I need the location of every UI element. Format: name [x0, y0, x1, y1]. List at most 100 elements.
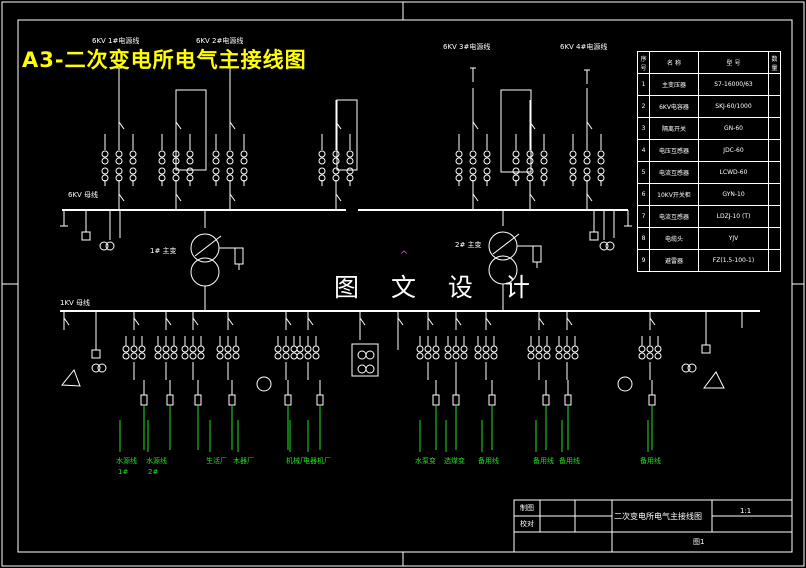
- bom-cell: JDC-60: [698, 139, 769, 162]
- current-transformer-icon: [129, 167, 137, 175]
- transformer-2-label: 2# 主变: [455, 241, 482, 249]
- current-transformer-icon: [332, 167, 340, 175]
- transformer-1-tap-arrow: [194, 235, 222, 257]
- current-transformer-icon: [115, 150, 123, 158]
- bom-cell: 9: [637, 249, 650, 272]
- lv-ct-icon: [527, 352, 535, 360]
- lv-ct-icon: [444, 345, 452, 353]
- cable-termination: [316, 394, 324, 406]
- switch-blade: [472, 121, 479, 130]
- current-transformer-icon: [212, 157, 220, 165]
- switch-blade: [63, 317, 70, 326]
- current-transformer-icon: [597, 157, 605, 165]
- current-transformer-icon: [455, 150, 463, 158]
- incoming-4-label: 6KV 4#电源线: [560, 43, 608, 51]
- station-transformer-icon: [256, 376, 272, 392]
- switch-blade: [586, 193, 593, 202]
- current-transformer-icon: [129, 150, 137, 158]
- lv-ct-icon: [197, 352, 205, 360]
- bus-tie-loop: [500, 89, 532, 173]
- bom-cell: [768, 183, 781, 206]
- feeder-label: 备用线: [478, 457, 499, 465]
- bom-cell: 5: [637, 161, 650, 184]
- current-transformer-icon: [212, 150, 220, 158]
- lv-ct-icon: [543, 352, 551, 360]
- current-transformer-icon: [540, 157, 548, 165]
- current-transformer-icon: [158, 167, 166, 175]
- lv-ct-icon: [416, 345, 424, 353]
- bom-cell: [768, 95, 781, 118]
- lv-ct-icon: [654, 352, 662, 360]
- voltage-transformer: [91, 349, 101, 359]
- cable-termination: [432, 394, 440, 406]
- bom-cell: 6: [637, 183, 650, 206]
- bill-of-materials: 序号名 称型 号数量 1 主变压器 S7-16000/63 2 6KV电容器 SKJ-60/…: [637, 51, 781, 272]
- current-transformer-icon: [186, 150, 194, 158]
- current-transformer-icon: [512, 150, 520, 158]
- voltage-transformer: [701, 344, 711, 354]
- lv-ct-icon: [432, 345, 440, 353]
- bom-row: 9 避雷器 FZ(1.5-100-1): [637, 249, 781, 272]
- current-transformer-icon: [526, 157, 534, 165]
- station-transformer-icon: [617, 376, 633, 392]
- lv-ct-icon: [482, 345, 490, 353]
- switch-blade: [455, 317, 462, 326]
- bom-row: 4 电压互感器 JDC-60: [637, 139, 781, 162]
- lv-ct-icon: [646, 352, 654, 360]
- cursor-marker: ^: [400, 250, 408, 261]
- current-transformer-icon: [583, 167, 591, 175]
- lv-ct-icon: [216, 352, 224, 360]
- current-transformer-icon: [240, 150, 248, 158]
- switch-blade: [335, 193, 342, 202]
- current-transformer-icon: [186, 167, 194, 175]
- lv-ct-icon: [563, 345, 571, 353]
- pt-winding: [605, 241, 615, 251]
- incoming-1-label: 6KV 1#电源线: [92, 37, 140, 45]
- bom-cell: [768, 205, 781, 228]
- current-transformer-icon: [540, 150, 548, 158]
- current-transformer-icon: [318, 157, 326, 165]
- bom-cell: SKJ-60/1000: [698, 95, 769, 118]
- bom-cell: LDZJ-10 (T): [698, 205, 769, 228]
- title-block-scale: 1:1: [740, 507, 752, 515]
- title-block-checked: 校对: [520, 520, 534, 528]
- bom-cell: 1: [637, 73, 650, 96]
- lv-ct-icon: [224, 345, 232, 353]
- current-transformer-icon: [569, 167, 577, 175]
- incoming-2-label: 6KV 2#电源线: [196, 37, 244, 45]
- switch-blade: [359, 317, 366, 326]
- cable-termination: [542, 394, 550, 406]
- bus-tie-ct: [357, 364, 367, 374]
- feeder-label: 电器机厂: [303, 457, 331, 465]
- feeder-label: 水泵变: [415, 457, 436, 465]
- switch-blade: [192, 317, 199, 326]
- lv-ct-icon: [181, 345, 189, 353]
- current-transformer-icon: [129, 157, 137, 165]
- transformer-2-tap-arrow: [492, 233, 520, 255]
- current-transformer-icon: [226, 167, 234, 175]
- current-transformer-icon: [469, 150, 477, 158]
- transformer-1-arrester: [234, 247, 244, 265]
- feeder-label: 生活厂: [206, 457, 227, 465]
- switch-blade: [165, 317, 172, 326]
- lv-ct-icon: [304, 345, 312, 353]
- feeder-label: 选煤变: [444, 457, 465, 465]
- bom-cell: 序号: [637, 51, 650, 74]
- bom-cell: 6KV电容器: [649, 95, 699, 118]
- lv-ct-icon: [304, 352, 312, 360]
- switch-blade: [649, 317, 656, 326]
- lv-ct-icon: [181, 352, 189, 360]
- drawing-canvas: ^ A3-二次变电所电气主接线图 图 文 设 计 6KV 1#电源线 6KV 2…: [0, 0, 806, 568]
- bom-cell: 主变压器: [649, 73, 699, 96]
- bom-cell: 电缆头: [649, 227, 699, 250]
- current-transformer-icon: [115, 157, 123, 165]
- drawing-title: A3-二次变电所电气主接线图: [22, 48, 307, 72]
- current-transformer-icon: [115, 167, 123, 175]
- current-transformer-icon: [512, 157, 520, 165]
- pt-winding: [97, 363, 107, 373]
- lv-ct-icon: [162, 352, 170, 360]
- lv-ct-icon: [282, 352, 290, 360]
- lv-ct-icon: [563, 352, 571, 360]
- lv-ct-icon: [189, 345, 197, 353]
- transformer-2-arrester: [532, 245, 542, 263]
